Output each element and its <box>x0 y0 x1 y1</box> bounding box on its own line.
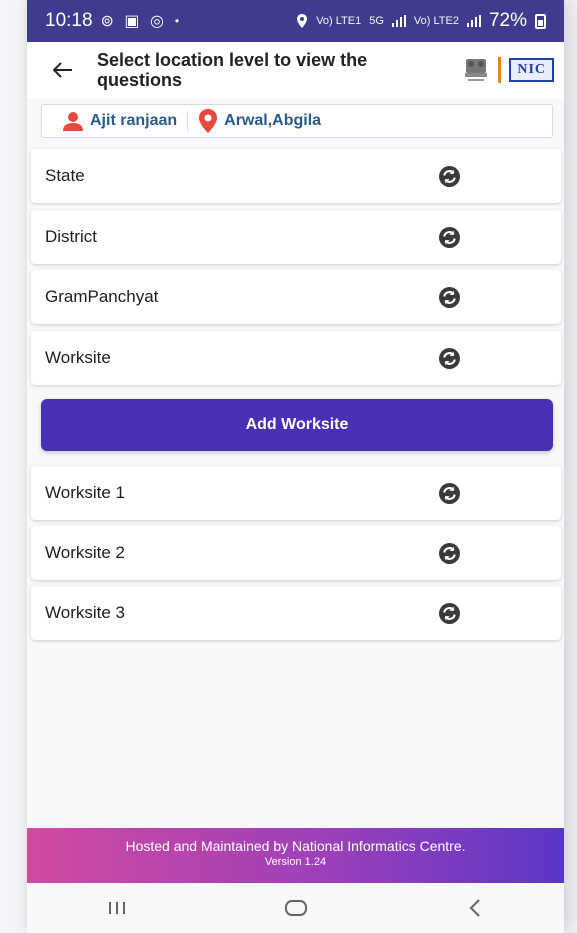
arrow-left-icon <box>53 62 72 78</box>
worksite-item-2[interactable]: Worksite 2 <box>31 526 561 580</box>
person-icon <box>62 111 84 131</box>
location-pin-icon <box>198 109 218 133</box>
sync-icon[interactable] <box>439 166 460 187</box>
level-label: State <box>45 166 85 185</box>
recent-apps-button[interactable] <box>77 888 157 928</box>
signal-icon <box>391 15 406 27</box>
level-item-worksite[interactable]: Worksite <box>31 331 561 385</box>
level-item-state[interactable]: State <box>31 149 561 203</box>
network-5g: 5G <box>369 15 384 27</box>
back-button[interactable] <box>41 48 85 92</box>
status-time: 10:18 <box>45 10 93 31</box>
level-item-district[interactable]: District <box>31 210 561 264</box>
recent-apps-icon <box>108 902 125 914</box>
back-nav-button[interactable] <box>435 888 515 928</box>
sync-icon[interactable] <box>439 227 460 248</box>
sync-icon[interactable] <box>439 287 460 308</box>
notification-icons: ⊚ ▣ ◎ <box>100 13 167 30</box>
header-logos: NIC <box>462 55 554 85</box>
worksite-label: Worksite 3 <box>45 603 125 622</box>
logo-separator <box>498 57 502 83</box>
add-worksite-button[interactable]: Add Worksite <box>41 399 553 451</box>
worksite-label: Worksite 1 <box>45 483 125 502</box>
page-title: Select location level to view the questi… <box>97 50 368 90</box>
app-bar: Select location level to view the questi… <box>27 42 564 98</box>
sync-icon[interactable] <box>439 543 460 564</box>
notification-dot: • <box>174 14 180 28</box>
battery-icon <box>535 13 546 29</box>
level-label: Worksite <box>45 348 111 367</box>
level-label: GramPanchyat <box>45 287 159 306</box>
national-emblem-icon <box>462 55 490 85</box>
location-status-icon <box>297 14 308 28</box>
sync-icon[interactable] <box>439 603 460 624</box>
sync-icon[interactable] <box>439 348 460 369</box>
network-lte2: Vo) LTE2 <box>413 15 459 27</box>
network-lte1: Vo) LTE1 <box>316 15 362 27</box>
system-nav-bar <box>27 883 564 933</box>
sync-icon[interactable] <box>439 483 460 504</box>
phone-screen: 10:18 ⊚ ▣ ◎ • Vo) LTE1 5G Vo) LTE2 72% S… <box>27 0 564 933</box>
worksite-item-3[interactable]: Worksite 3 <box>31 586 561 640</box>
signal-icon-2 <box>466 15 481 27</box>
home-button[interactable] <box>256 888 336 928</box>
level-label: District <box>45 227 97 246</box>
user-info-bar: Ajit ranjaan Arwal,Abgila <box>41 104 553 138</box>
user-name: Ajit ranjaan <box>90 112 178 129</box>
footer-version: Version 1.24 <box>264 856 327 868</box>
footer: Hosted and Maintained by National Inform… <box>27 828 564 883</box>
footer-hosted-text: Hosted and Maintained by National Inform… <box>125 838 466 854</box>
user-location: Arwal,Abgila <box>224 112 322 129</box>
nic-logo: NIC <box>509 58 554 82</box>
home-icon <box>284 900 307 916</box>
chevron-left-icon <box>469 899 480 917</box>
user-info-divider <box>187 111 189 131</box>
worksite-item-1[interactable]: Worksite 1 <box>31 466 561 520</box>
battery-percent: 72% <box>488 10 527 31</box>
level-item-grampanchyat[interactable]: GramPanchyat <box>31 270 561 324</box>
status-bar: 10:18 ⊚ ▣ ◎ • Vo) LTE1 5G Vo) LTE2 72% <box>27 0 564 42</box>
worksite-label: Worksite 2 <box>45 543 125 562</box>
